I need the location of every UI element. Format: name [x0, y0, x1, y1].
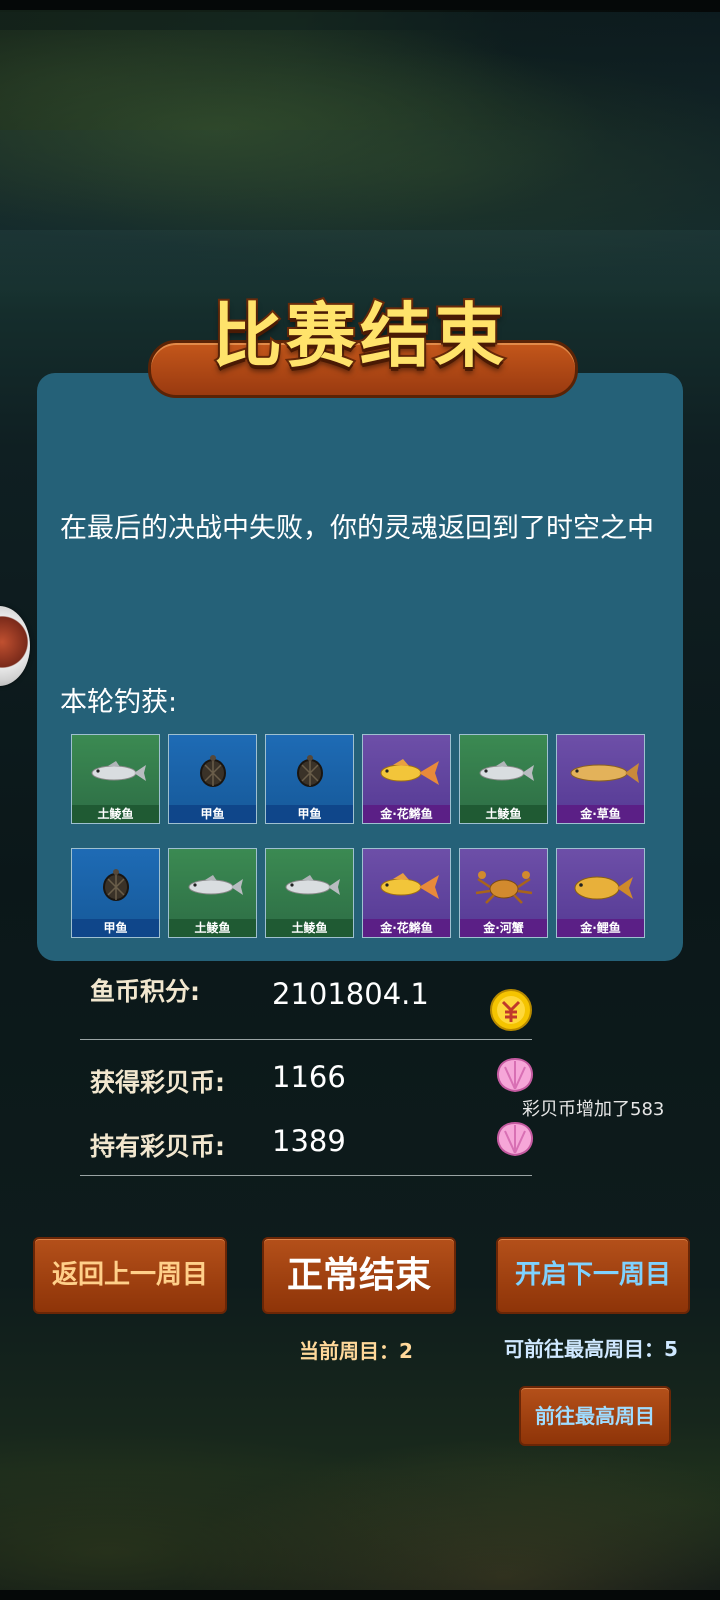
- page-title: 比赛结束: [210, 293, 508, 379]
- catch-card[interactable]: 金·河蟹: [459, 848, 548, 938]
- catch-card[interactable]: 土鲮鱼: [71, 734, 160, 824]
- catch-card[interactable]: 土鲮鱼: [265, 848, 354, 938]
- previous-round-button[interactable]: 返回上一周目: [33, 1237, 227, 1314]
- go-to-max-round-button[interactable]: 前往最高周目: [519, 1386, 671, 1446]
- catch-name: 土鲮鱼: [72, 805, 159, 823]
- catch-card[interactable]: 甲鱼: [265, 734, 354, 824]
- shell-gained-value: 1166: [272, 1060, 346, 1094]
- catch-card[interactable]: 甲鱼: [71, 848, 160, 938]
- stats-divider-bottom: [80, 1175, 532, 1176]
- catch-name: 土鲮鱼: [266, 919, 353, 937]
- catch-card[interactable]: 甲鱼: [168, 734, 257, 824]
- shell-increase-note: 彩贝币增加了583: [522, 1099, 665, 1120]
- navigation-bar: [0, 1590, 720, 1600]
- normal-end-button[interactable]: 正常结束: [262, 1237, 456, 1314]
- catch-name: 土鲮鱼: [169, 919, 256, 937]
- catch-card[interactable]: 土鲮鱼: [459, 734, 548, 824]
- catch-name: 金·河蟹: [460, 919, 547, 937]
- shell-held-label: 持有彩贝币:: [90, 1132, 225, 1161]
- shell-icon: [497, 1058, 533, 1093]
- shell-held-value: 1389: [272, 1124, 346, 1158]
- catch-name: 土鲮鱼: [460, 805, 547, 823]
- next-round-button[interactable]: 开启下一周目: [496, 1237, 690, 1314]
- catch-name: 金·鲤鱼: [557, 919, 644, 937]
- catch-card[interactable]: 金·草鱼: [556, 734, 645, 824]
- catch-card[interactable]: 土鲮鱼: [168, 848, 257, 938]
- catch-card[interactable]: 金·花鳉鱼: [362, 848, 451, 938]
- catch-card[interactable]: 金·花鳉鱼: [362, 734, 451, 824]
- result-message: 在最后的决战中失败，你的灵魂返回到了时空之中: [60, 513, 654, 544]
- fish-coin-label: 鱼币积分:: [90, 977, 200, 1006]
- catch-name: 金·花鳉鱼: [363, 919, 450, 937]
- catch-name: 金·花鳉鱼: [363, 805, 450, 823]
- catch-name: 甲鱼: [169, 805, 256, 823]
- shell-gained-label: 获得彩贝币:: [90, 1068, 225, 1097]
- max-round-label: 可前往最高周目：5: [504, 1337, 678, 1361]
- catch-card[interactable]: 金·鲤鱼: [556, 848, 645, 938]
- stats-divider-top: [80, 1039, 532, 1040]
- shell-icon: [497, 1122, 533, 1157]
- catch-grid: 土鲮鱼 甲鱼 甲鱼 金·花鳉鱼 土鲮鱼 金·草鱼 甲鱼 土鲮鱼 土鲮鱼 金·花鳉鱼 金·河蟹 金·鲤鱼: [71, 734, 651, 938]
- floating-bobber-button[interactable]: [0, 606, 30, 686]
- current-round-label: 当前周目：2: [299, 1339, 413, 1363]
- fish-coin-value: 2101804.1: [272, 977, 429, 1011]
- catch-name: 甲鱼: [72, 919, 159, 937]
- catch-name: 甲鱼: [266, 805, 353, 823]
- catch-label: 本轮钓获:: [60, 687, 178, 718]
- fish-coin-icon: [490, 989, 532, 1031]
- catch-name: 金·草鱼: [557, 805, 644, 823]
